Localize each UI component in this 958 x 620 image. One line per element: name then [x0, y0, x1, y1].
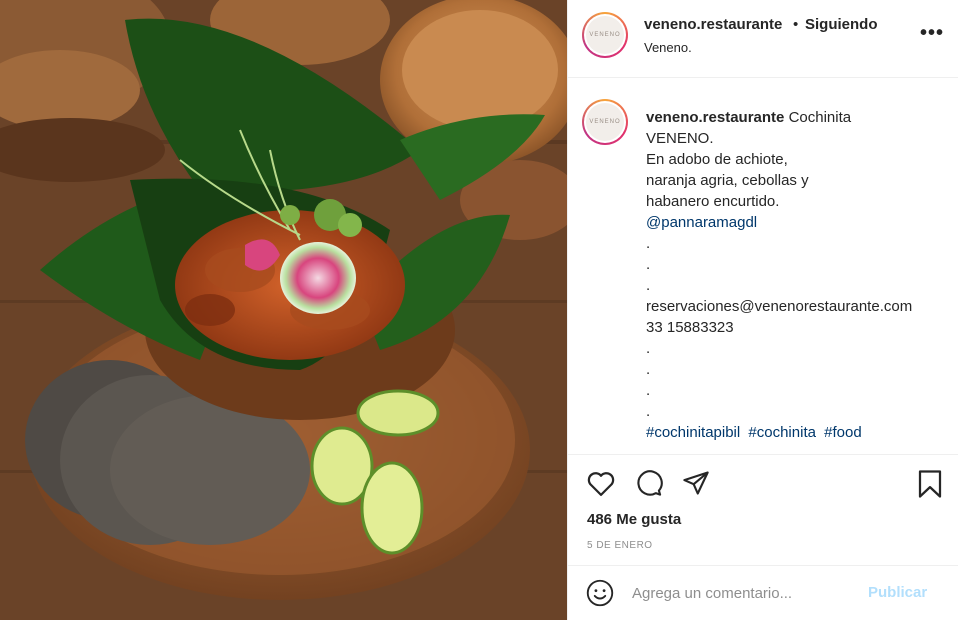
location-link[interactable]: Veneno. [644, 40, 692, 55]
hashtag-link[interactable]: #food [824, 424, 862, 441]
caption-line: . [646, 277, 651, 294]
caption-line: . [646, 340, 651, 357]
caption-area[interactable]: VENENO veneno.restaurante Cochinita VENE… [568, 79, 958, 453]
post-header: VENENO veneno.restaurante • Siguiendo Ve… [568, 0, 958, 78]
post-date: 5 DE ENERO [587, 540, 653, 551]
mention-link[interactable]: @pannaramagdl [646, 212, 946, 233]
hashtag-row: #cochinitapibil #cochinita #food [646, 422, 946, 443]
caption-line: naranja agria, cebollas y [646, 172, 809, 189]
food-photo-illustration [0, 0, 567, 620]
caption-line: . [646, 235, 651, 252]
hashtag-link[interactable]: #cochinitapibil [646, 424, 740, 441]
caption-line: VENENO. [646, 130, 714, 147]
caption-avatar[interactable]: VENENO [582, 99, 628, 145]
comment-bar: Publicar [568, 565, 958, 620]
caption-line: En adobo de achiote, [646, 151, 788, 168]
post-caption: veneno.restaurante Cochinita VENENO. En … [646, 107, 946, 443]
caption-line: . [646, 256, 651, 273]
comment-input[interactable] [632, 580, 862, 606]
avatar-logo: VENENO [586, 16, 624, 54]
header-separator: • [793, 16, 799, 33]
post-photo[interactable] [0, 0, 567, 620]
caption-avatar-logo: VENENO [586, 103, 624, 141]
hashtag-link[interactable]: #cochinita [748, 424, 816, 441]
caption-line: . [646, 403, 651, 420]
caption-line: . [646, 382, 651, 399]
caption-line: Cochinita [788, 109, 852, 126]
paper-plane-icon[interactable] [681, 469, 711, 497]
header-username-link[interactable]: veneno.restaurante [644, 16, 782, 33]
following-button[interactable]: Siguiendo [805, 16, 878, 33]
caption-email: reservaciones@venenorestaurante.com [646, 298, 913, 315]
post-side-panel: VENENO veneno.restaurante • Siguiendo Ve… [567, 0, 958, 620]
caption-username-link[interactable]: veneno.restaurante [646, 109, 784, 126]
comment-bubble-icon[interactable] [634, 469, 664, 497]
heart-icon[interactable] [586, 469, 616, 497]
more-options-icon[interactable]: ••• [920, 22, 944, 45]
avatar[interactable]: VENENO [582, 12, 628, 58]
caption-line: . [646, 361, 651, 378]
post-actions: 486 Me gusta 5 DE ENERO [568, 454, 958, 564]
bookmark-icon[interactable] [916, 469, 944, 499]
likes-count[interactable]: 486 Me gusta [587, 511, 681, 528]
publish-button[interactable]: Publicar [868, 584, 927, 601]
caption-phone: 33 15883323 [646, 319, 734, 336]
caption-line: habanero encurtido. [646, 193, 780, 210]
smiley-icon[interactable] [586, 579, 614, 607]
